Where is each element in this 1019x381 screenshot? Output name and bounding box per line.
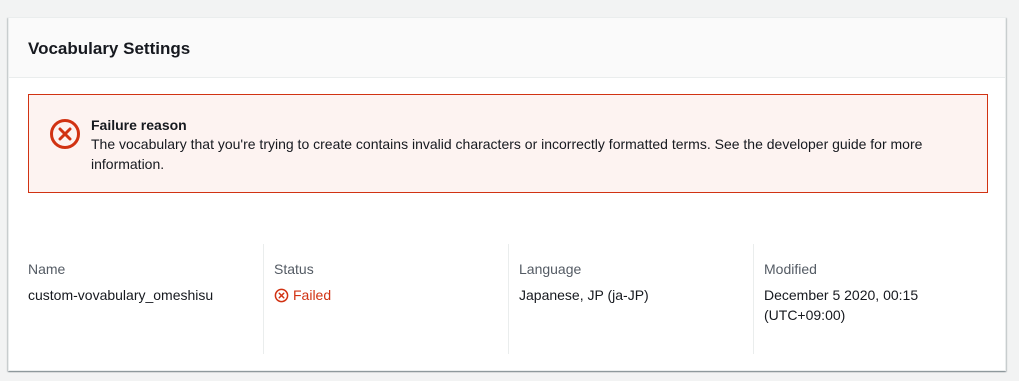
detail-modified: Modified December 5 2020, 00:15 (UTC+09:… — [753, 244, 988, 354]
failure-alert: Failure reason The vocabulary that you'r… — [28, 94, 988, 193]
panel-title: Vocabulary Settings — [28, 39, 191, 58]
detail-status: Status Failed — [263, 244, 508, 354]
language-label: Language — [519, 261, 582, 277]
panel-header: Vocabulary Settings — [9, 18, 1005, 78]
modified-value: December 5 2020, 00:15 (UTC+09:00) — [764, 287, 919, 323]
language-value: Japanese, JP (ja-JP) — [519, 287, 649, 303]
error-x-circle-icon — [274, 288, 289, 302]
detail-name: Name custom-vovabulary_omeshisu — [28, 244, 273, 354]
vocabulary-settings-panel: Vocabulary Settings Failure reason The v… — [8, 17, 1006, 371]
alert-title: Failure reason — [91, 117, 187, 133]
alert-body: Failure reason The vocabulary that you'r… — [91, 116, 967, 174]
status-value-row: Failed — [274, 285, 498, 305]
name-value: custom-vovabulary_omeshisu — [28, 287, 214, 303]
alert-message: The vocabulary that you're trying to cre… — [91, 136, 923, 172]
name-label: Name — [28, 261, 66, 277]
vocabulary-details: Name custom-vovabulary_omeshisu Status F… — [28, 244, 988, 354]
modified-label: Modified — [764, 261, 817, 277]
error-x-circle-icon — [50, 119, 80, 149]
status-value: Failed — [293, 287, 332, 303]
detail-language: Language Japanese, JP (ja-JP) — [508, 244, 753, 354]
status-label: Status — [274, 261, 314, 277]
